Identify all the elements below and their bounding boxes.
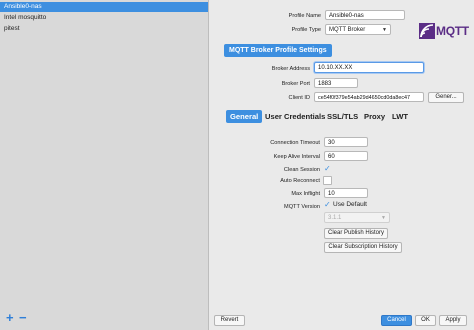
broker-address-input[interactable]: 10.10.XX.XX (314, 62, 424, 73)
chevron-down-icon: ▼ (382, 27, 387, 33)
profile-type-label: Profile Type (291, 27, 321, 33)
clean-session-label: Clean Session (283, 167, 320, 173)
tab-lwt[interactable]: LWT (392, 110, 408, 123)
max-inflight-label: Max Inflight (291, 191, 320, 197)
use-default-checkbox[interactable]: ✓ (324, 201, 331, 209)
auto-reconnect-checkbox[interactable] (323, 176, 332, 185)
tab-ssl-tls[interactable]: SSL/TLS (327, 110, 358, 123)
tab-user-credentials[interactable]: User Credentials (265, 110, 325, 123)
tab-proxy[interactable]: Proxy (364, 110, 385, 123)
client-id-input[interactable]: ce54f0f379e54ab29d4650cd0da8ec47 (314, 92, 424, 102)
auto-reconnect-label: Auto Reconnect (280, 178, 320, 184)
broker-address-label: Broker Address (271, 66, 310, 72)
apply-button[interactable]: Apply (439, 315, 467, 326)
mqtt-version-value: 3.1.1 (328, 215, 342, 221)
mqtt-logo: MQTT (419, 23, 469, 39)
remove-profile-button[interactable]: − (19, 311, 27, 324)
broker-port-label: Broker Port (281, 81, 310, 87)
clear-publish-history-button[interactable]: Clear Publish History (324, 228, 388, 239)
mqtt-version-select[interactable]: 3.1.1 ▼ (324, 212, 390, 223)
broker-settings-heading: MQTT Broker Profile Settings (224, 44, 332, 57)
connection-timeout-label: Connection Timeout (270, 140, 320, 146)
keep-alive-label: Keep Alive Interval (273, 154, 320, 160)
mqtt-logo-icon (419, 23, 435, 39)
tab-general[interactable]: General (226, 110, 263, 123)
profile-list-sidebar: Ansible0-nas Intel mosquitto pitest + − (0, 0, 209, 330)
max-inflight-input[interactable]: 10 (324, 188, 368, 198)
generate-client-id-button[interactable]: Gener... (428, 92, 464, 103)
add-profile-button[interactable]: + (6, 311, 14, 324)
chevron-down-icon: ▼ (381, 215, 386, 221)
client-id-label: Client ID (288, 95, 310, 101)
revert-button[interactable]: Revert (214, 315, 245, 326)
use-default-label: Use Default (333, 201, 367, 208)
profile-type-value: MQTT Broker (329, 27, 366, 33)
profile-item-intel-mosquitto[interactable]: Intel mosquitto (0, 13, 208, 23)
profile-item-ansible0-nas[interactable]: Ansible0-nas (0, 2, 208, 12)
profile-name-label: Profile Name (288, 13, 321, 19)
connection-timeout-input[interactable]: 30 (324, 137, 368, 147)
profile-type-select[interactable]: MQTT Broker ▼ (325, 24, 391, 35)
profile-item-pitest[interactable]: pitest (0, 24, 208, 34)
broker-port-input[interactable]: 1883 (314, 78, 358, 88)
mqtt-logo-text: MQTT (436, 24, 469, 38)
cancel-button[interactable]: Cancel (381, 315, 412, 326)
keep-alive-input[interactable]: 60 (324, 151, 368, 161)
clear-subscription-history-button[interactable]: Clear Subscription History (324, 242, 402, 253)
mqtt-version-label: MQTT Version (284, 204, 320, 210)
profile-name-input[interactable]: Ansible0-nas (325, 10, 405, 20)
ok-button[interactable]: OK (415, 315, 436, 326)
clean-session-checkbox[interactable]: ✓ (324, 165, 331, 173)
